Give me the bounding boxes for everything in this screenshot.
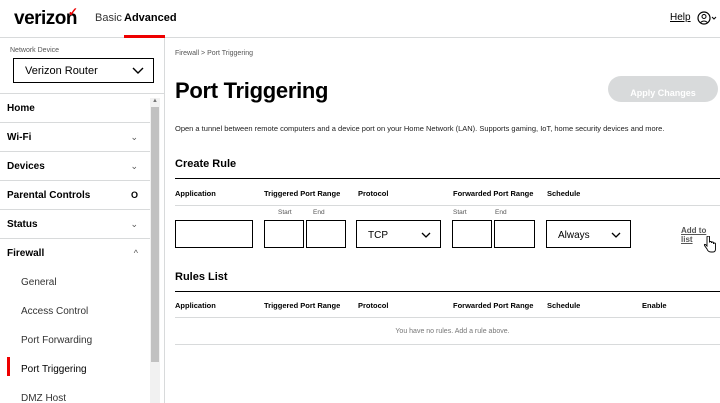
tab-advanced[interactable]: Advanced bbox=[124, 12, 177, 24]
header-row-divider bbox=[175, 205, 720, 206]
main-content: Firewall > Port Triggering Port Triggeri… bbox=[165, 38, 720, 403]
sidebar-item-status[interactable]: Status ⌄ bbox=[0, 210, 150, 239]
sidebar-subitem-port-forwarding[interactable]: Port Forwarding bbox=[0, 326, 150, 355]
device-select-value: Verizon Router bbox=[25, 65, 98, 77]
rules-list-title: Rules List bbox=[175, 271, 228, 283]
forwarded-start-label: Start bbox=[453, 209, 467, 216]
list-col-schedule: Schedule bbox=[547, 301, 581, 310]
sidebar-scrollbar-thumb[interactable] bbox=[151, 107, 159, 362]
sidebar-subitem-general[interactable]: General bbox=[0, 268, 150, 297]
forwarded-start-input[interactable] bbox=[452, 220, 492, 248]
list-header-divider bbox=[175, 317, 720, 318]
page-description: Open a tunnel between remote computers a… bbox=[175, 124, 665, 133]
sidebar-item-devices[interactable]: Devices ⌄ bbox=[0, 152, 150, 181]
sidebar-item-label: Parental Controls bbox=[7, 190, 91, 201]
logo-check-icon: ✓ bbox=[68, 5, 79, 19]
protocol-value: TCP bbox=[368, 230, 388, 241]
list-col-application: Application bbox=[175, 301, 216, 310]
list-col-protocol: Protocol bbox=[358, 301, 389, 310]
network-device-select[interactable]: Verizon Router bbox=[13, 58, 154, 83]
sidebar-item-label: Wi-Fi bbox=[7, 132, 32, 143]
chevron-down-icon: ⌄ bbox=[130, 219, 138, 229]
forwarded-end-label: End bbox=[495, 209, 507, 216]
status-indicator: O bbox=[130, 190, 138, 200]
forwarded-end-input[interactable] bbox=[494, 220, 535, 248]
triggered-end-label: End bbox=[313, 209, 325, 216]
apply-changes-button[interactable]: Apply Changes bbox=[608, 76, 718, 102]
chevron-down-icon bbox=[611, 232, 621, 238]
sidebar-subitem-access-control[interactable]: Access Control bbox=[0, 297, 150, 326]
sidebar-item-label: Devices bbox=[7, 161, 45, 172]
chevron-down-icon: ⌄ bbox=[130, 132, 138, 142]
sidebar-item-firewall[interactable]: Firewall ^ bbox=[0, 239, 150, 268]
sidebar-item-label: Firewall bbox=[7, 248, 45, 259]
chevron-down-icon: ⌄ bbox=[130, 161, 138, 171]
protocol-select[interactable]: TCP bbox=[356, 220, 441, 248]
sidebar-item-home[interactable]: Home bbox=[0, 94, 150, 123]
scroll-up-icon[interactable]: ▲ bbox=[152, 98, 158, 104]
help-link[interactable]: Help bbox=[670, 12, 691, 23]
list-col-triggered-port-range: Triggered Port Range bbox=[264, 301, 341, 310]
sidebar-subitem-port-triggering[interactable]: Port Triggering bbox=[0, 355, 150, 384]
active-item-indicator bbox=[7, 357, 10, 376]
triggered-start-label: Start bbox=[278, 209, 292, 216]
application-input[interactable] bbox=[175, 220, 253, 248]
breadcrumb: Firewall > Port Triggering bbox=[175, 50, 254, 57]
sidebar-subitem-dmz-host[interactable]: DMZ Host bbox=[0, 384, 150, 403]
create-rule-divider bbox=[175, 178, 720, 179]
schedule-value: Always bbox=[558, 230, 590, 241]
hand-cursor-icon bbox=[703, 236, 716, 253]
sidebar: Network Device Verizon Router Home Wi-Fi… bbox=[0, 38, 165, 403]
empty-rules-message: You have no rules. Add a rule above. bbox=[395, 328, 510, 335]
chevron-up-icon: ^ bbox=[133, 248, 138, 258]
sidebar-item-wifi[interactable]: Wi-Fi ⌄ bbox=[0, 123, 150, 152]
rules-list-divider bbox=[175, 291, 720, 292]
list-bottom-divider bbox=[175, 344, 720, 345]
sidebar-item-label: Status bbox=[7, 219, 38, 230]
col-forwarded-port-range: Forwarded Port Range bbox=[453, 189, 534, 198]
col-triggered-port-range: Triggered Port Range bbox=[264, 189, 341, 198]
col-schedule: Schedule bbox=[547, 189, 581, 198]
user-circle-icon[interactable] bbox=[697, 10, 717, 26]
chevron-down-icon bbox=[132, 67, 144, 74]
page-title: Port Triggering bbox=[175, 78, 329, 103]
col-protocol: Protocol bbox=[358, 189, 389, 198]
network-device-label: Network Device bbox=[10, 47, 60, 54]
chevron-down-icon bbox=[421, 232, 431, 238]
list-col-forwarded-port-range: Forwarded Port Range bbox=[453, 301, 534, 310]
tab-basic[interactable]: Basic bbox=[95, 12, 122, 24]
top-bar: verizon ✓ Basic Advanced Help bbox=[0, 0, 720, 38]
sidebar-item-parental-controls[interactable]: Parental Controls O bbox=[0, 181, 150, 210]
col-application: Application bbox=[175, 189, 216, 198]
list-col-enable: Enable bbox=[642, 301, 667, 310]
triggered-end-input[interactable] bbox=[306, 220, 346, 248]
sidebar-item-label: Home bbox=[7, 103, 35, 114]
create-rule-title: Create Rule bbox=[175, 158, 237, 170]
triggered-start-input[interactable] bbox=[264, 220, 304, 248]
schedule-select[interactable]: Always bbox=[546, 220, 631, 248]
